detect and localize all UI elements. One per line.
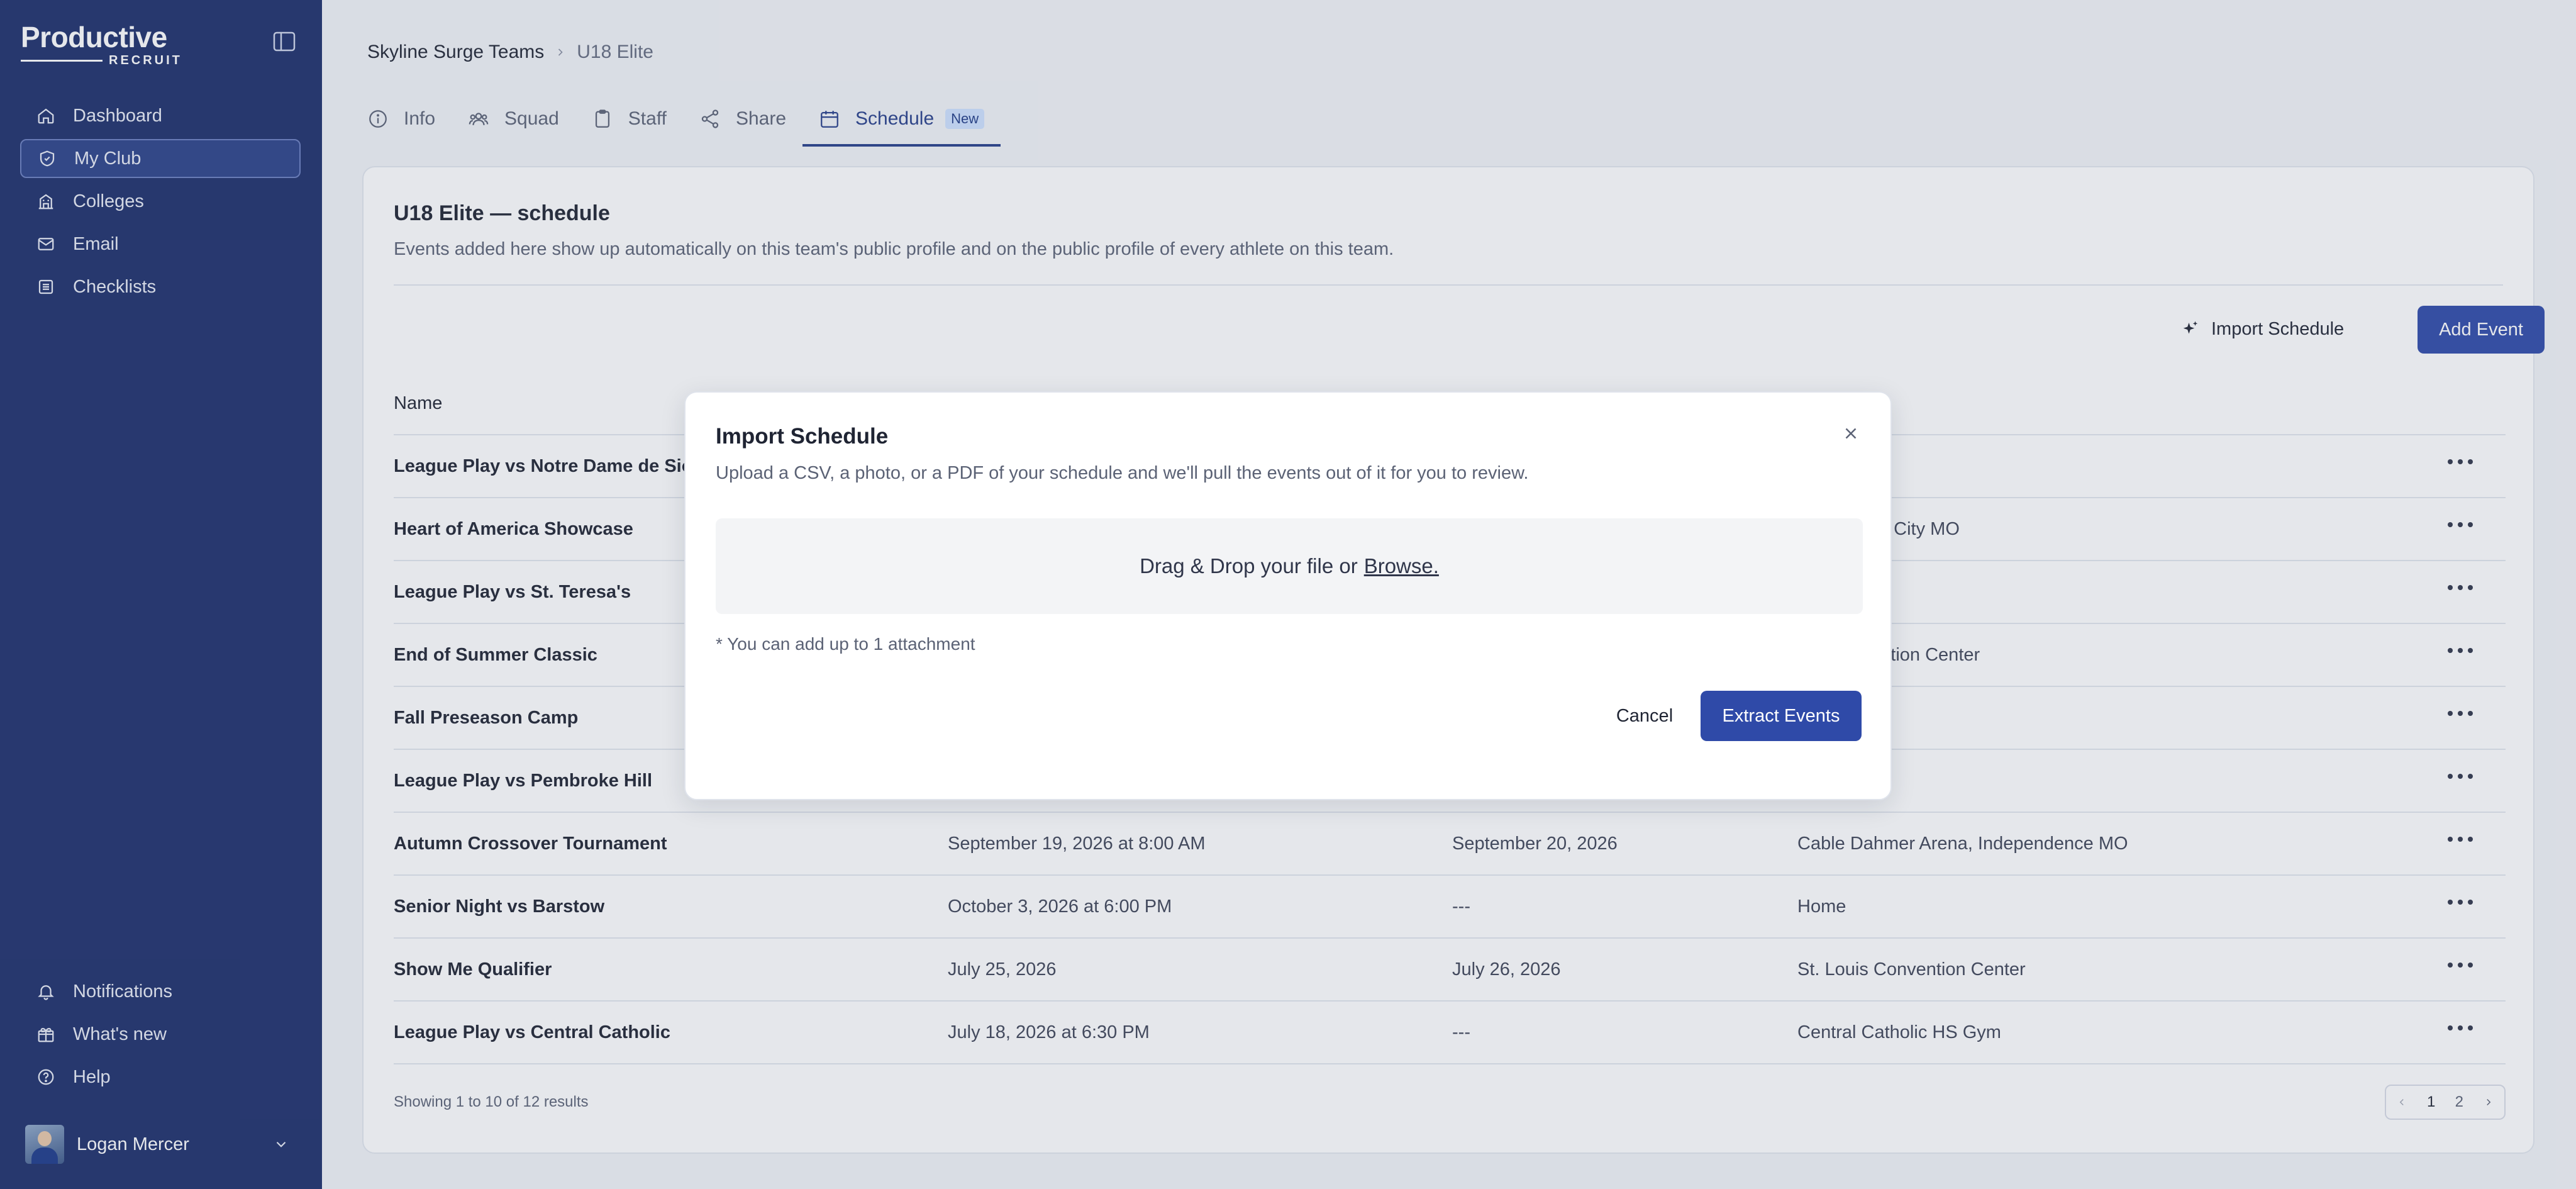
modal-title: Import Schedule [716,424,889,449]
import-schedule-modal: Import Schedule Upload a CSV, a photo, o… [684,391,1892,800]
browse-link[interactable]: Browse. [1364,554,1439,578]
close-icon[interactable] [1841,424,1860,443]
modal-subtitle: Upload a CSV, a photo, or a PDF of your … [716,463,1529,483]
attachment-note: * You can add up to 1 attachment [716,634,975,654]
extract-events-button[interactable]: Extract Events [1701,691,1862,741]
dropzone-text: Drag & Drop your file or [1140,554,1358,578]
file-dropzone[interactable]: Drag & Drop your file or Browse. [716,518,1863,614]
cancel-button[interactable]: Cancel [1604,691,1685,741]
